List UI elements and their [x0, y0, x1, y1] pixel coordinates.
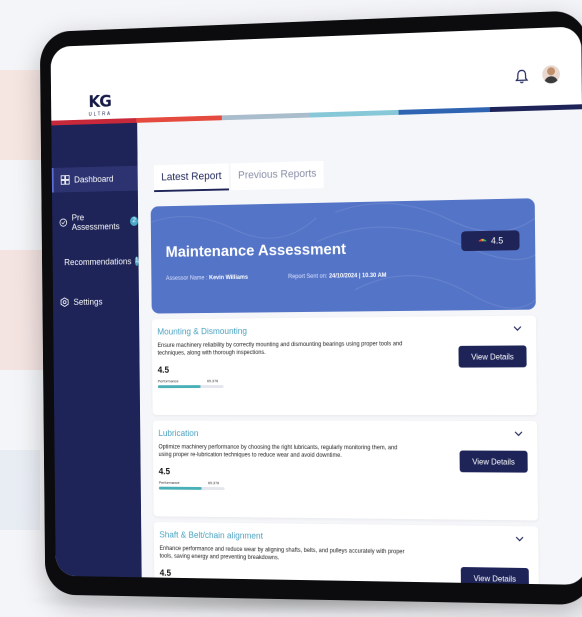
checklist-icon — [59, 218, 67, 228]
settings-icon — [60, 297, 69, 307]
category-card-lubrication: Lubrication Optimize machinery performan… — [152, 420, 539, 521]
assessor-name: Kevin Williams — [209, 274, 248, 282]
sidebar-item-dashboard[interactable]: Dashboard — [51, 165, 138, 193]
chevron-down-icon[interactable] — [513, 324, 523, 334]
gauge-icon — [477, 238, 488, 244]
view-details-button[interactable]: View Details — [458, 345, 527, 368]
logo-subtext: ULTRA — [88, 111, 112, 118]
performance-bar — [157, 385, 224, 389]
sidebar-item-pre-assessments[interactable]: Pre Assessments 2 — [52, 212, 139, 233]
view-details-button[interactable]: View Details — [460, 566, 529, 585]
card-title: Mounting & Dismounting — [157, 326, 248, 337]
category-card-mounting: Mounting & Dismounting Ensure machinery … — [151, 315, 537, 415]
kg-ultra-logo[interactable]: KG ULTRA — [88, 92, 112, 118]
chevron-down-icon[interactable] — [514, 429, 524, 439]
sidebar: Dashboard Pre Assessments 2 Recommendati… — [51, 122, 142, 578]
card-score: 4.5 — [157, 365, 170, 375]
overall-score-badge: 4.5 — [461, 230, 520, 252]
logo-text: KG — [88, 92, 112, 112]
card-score: 4.5 — [158, 466, 171, 477]
performance-fill — [157, 385, 201, 389]
card-title: Lubrication — [158, 428, 199, 438]
performance-fill — [158, 486, 202, 490]
sidebar-item-label: Pre Assessments — [71, 212, 120, 232]
sidebar-item-label: Settings — [73, 296, 103, 307]
sent-label: Report Sent on: — [288, 273, 328, 281]
report-title: Maintenance Assessment — [165, 241, 347, 261]
tab-previous-reports[interactable]: Previous Reports — [230, 160, 325, 191]
assessment-summary-card: Maintenance Assessment Assessor Name : K… — [150, 198, 536, 314]
card-title: Shaft & Belt/chain alignment — [159, 529, 264, 541]
view-details-button[interactable]: View Details — [459, 450, 528, 473]
sent-value: 24/10/2024 | 10.30 AM — [328, 272, 387, 280]
card-description: Enhance performance and reduce wear by a… — [159, 545, 405, 562]
tablet-device: KG ULTRA Dashboard Pre Assessments 2 Rec… — [39, 10, 582, 606]
sidebar-item-label: Recommendations — [64, 256, 132, 268]
chevron-down-icon[interactable] — [515, 534, 525, 544]
main-content: Latest Report Previous Reports Maintenan… — [137, 109, 582, 585]
performance-bar — [158, 486, 225, 491]
dashboard-icon — [61, 175, 70, 185]
card-score: 4.5 — [159, 568, 172, 578]
sidebar-item-label: Dashboard — [74, 173, 114, 185]
app-screen: KG ULTRA Dashboard Pre Assessments 2 Rec… — [50, 26, 582, 585]
overall-score: 4.5 — [490, 235, 504, 246]
performance-value: 65.376 — [206, 378, 219, 384]
category-card-alignment: Shaft & Belt/chain alignment Enhance per… — [153, 522, 540, 585]
card-description: Ensure machinery reliability by correctl… — [157, 341, 403, 357]
background-accent — [0, 450, 40, 530]
performance-label: Performance — [158, 479, 180, 485]
report-tabs: Latest Report Previous Reports — [153, 160, 325, 193]
tab-latest-report[interactable]: Latest Report — [153, 163, 230, 193]
bell-icon[interactable] — [515, 68, 529, 84]
sidebar-item-recommendations[interactable]: Recommendations 1 — [53, 252, 139, 272]
card-description: Optimize machinery performance by choosi… — [158, 444, 398, 459]
performance-value: 65.376 — [207, 480, 220, 486]
user-avatar[interactable] — [542, 65, 561, 84]
assessor-label: Assessor Name : — [165, 275, 208, 282]
notification-badge: 2 — [130, 216, 139, 227]
performance-label: Performance — [157, 378, 179, 384]
sidebar-item-settings[interactable]: Settings — [53, 292, 139, 312]
